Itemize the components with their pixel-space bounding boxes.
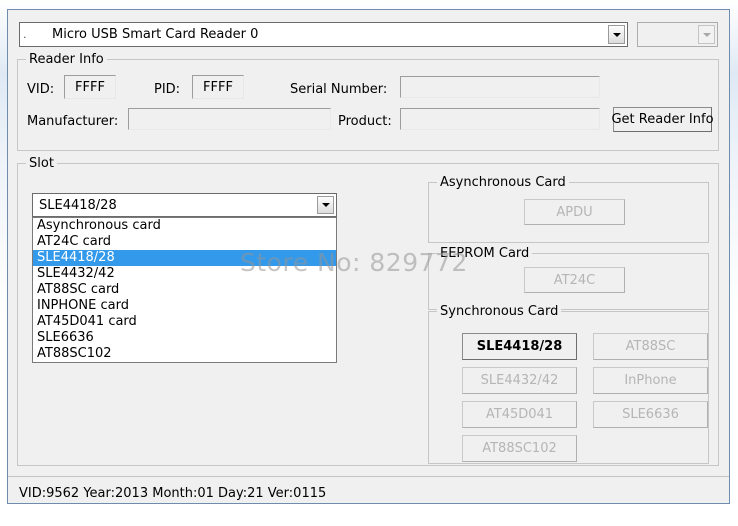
reader-select-combobox[interactable]: . Micro USB Smart Card Reader 0 — [19, 22, 628, 47]
serial-number-label: Serial Number: — [290, 82, 388, 97]
at88sc102-button[interactable]: AT88SC102 — [462, 435, 577, 462]
vid-field[interactable]: FFFF — [64, 75, 116, 99]
synchronous-card-group: Synchronous Card SLE4418/28 AT88SC SLE44… — [428, 304, 709, 464]
chevron-down-icon[interactable] — [608, 25, 625, 44]
apdu-button-label: APDU — [556, 204, 593, 220]
slot-option-8[interactable]: AT88SC102 — [33, 346, 336, 362]
serial-number-field[interactable] — [400, 76, 600, 98]
manufacturer-label: Manufacturer: — [27, 114, 119, 129]
apdu-button[interactable]: APDU — [524, 199, 625, 225]
slot-option-5[interactable]: INPHONE card — [33, 298, 336, 314]
sle4418-28-button[interactable]: SLE4418/28 — [462, 333, 577, 360]
slot-title: Slot — [26, 156, 57, 171]
chevron-down-icon[interactable] — [698, 25, 715, 44]
sle4418-28-button-label: SLE4418/28 — [476, 339, 563, 354]
slot-option-2[interactable]: SLE4418/28 — [33, 250, 336, 266]
slot-option-4[interactable]: AT88SC card — [33, 282, 336, 298]
slot-option-7[interactable]: SLE6636 — [33, 330, 336, 346]
at45d041-button-label: AT45D041 — [485, 407, 554, 422]
at24c-button-label: AT24C — [553, 272, 596, 288]
sle6636-button[interactable]: SLE6636 — [593, 401, 708, 428]
at88sc-button-label: AT88SC — [625, 339, 676, 354]
sle4432-42-button[interactable]: SLE4432/42 — [462, 367, 577, 394]
sle4432-42-button-label: SLE4432/42 — [480, 373, 559, 388]
status-bar-text: VID:9562 Year:2013 Month:01 Day:21 Ver:0… — [19, 486, 327, 501]
at88sc102-button-label: AT88SC102 — [482, 441, 557, 456]
slot-option-3[interactable]: SLE4432/42 — [33, 266, 336, 282]
get-reader-info-label: Get Reader Info — [611, 112, 714, 127]
reader-info-title: Reader Info — [26, 52, 107, 67]
slot-select-combobox[interactable]: SLE4418/28 — [32, 193, 337, 217]
synchronous-card-title: Synchronous Card — [437, 304, 562, 319]
application-window: . Micro USB Smart Card Reader 0 Reader I… — [7, 9, 730, 504]
at45d041-button[interactable]: AT45D041 — [462, 401, 577, 428]
slot-option-6[interactable]: AT45D041 card — [33, 314, 336, 330]
vid-value: FFFF — [75, 79, 105, 95]
product-label: Product: — [338, 114, 392, 129]
reader-info-group: Reader Info VID: FFFF PID: FFFF Serial N… — [17, 52, 719, 151]
product-field[interactable] — [400, 108, 600, 130]
pid-value: FFFF — [203, 79, 233, 95]
window-client-area: . Micro USB Smart Card Reader 0 Reader I… — [8, 10, 729, 503]
pid-label: PID: — [154, 82, 181, 97]
slot-select-value: SLE4418/28 — [39, 197, 117, 213]
at24c-button[interactable]: AT24C — [524, 267, 625, 293]
inphone-button[interactable]: InPhone — [593, 367, 708, 394]
get-reader-info-button[interactable]: Get Reader Info — [611, 107, 714, 132]
sle6636-button-label: SLE6636 — [622, 407, 679, 422]
vid-label: VID: — [27, 82, 55, 97]
status-bar-separator — [8, 476, 729, 477]
slot-option-0[interactable]: Asynchronous card — [33, 218, 336, 234]
chevron-down-icon[interactable] — [317, 196, 334, 214]
asynchronous-card-group: Asynchronous Card APDU — [428, 175, 709, 243]
manufacturer-field[interactable] — [128, 108, 331, 130]
slot-option-1[interactable]: AT24C card — [33, 234, 336, 250]
eeprom-card-group: EEPROM Card AT24C — [428, 246, 709, 310]
pid-field[interactable]: FFFF — [192, 75, 244, 99]
secondary-select-combobox[interactable] — [637, 22, 718, 47]
reader-select-value: Micro USB Smart Card Reader 0 — [52, 27, 259, 42]
eeprom-card-title: EEPROM Card — [437, 246, 533, 261]
slot-option-list[interactable]: Asynchronous card AT24C card SLE4418/28 SLE… — [32, 217, 337, 363]
asynchronous-card-title: Asynchronous Card — [437, 175, 569, 190]
inphone-button-label: InPhone — [624, 373, 677, 388]
at88sc-button[interactable]: AT88SC — [593, 333, 708, 360]
